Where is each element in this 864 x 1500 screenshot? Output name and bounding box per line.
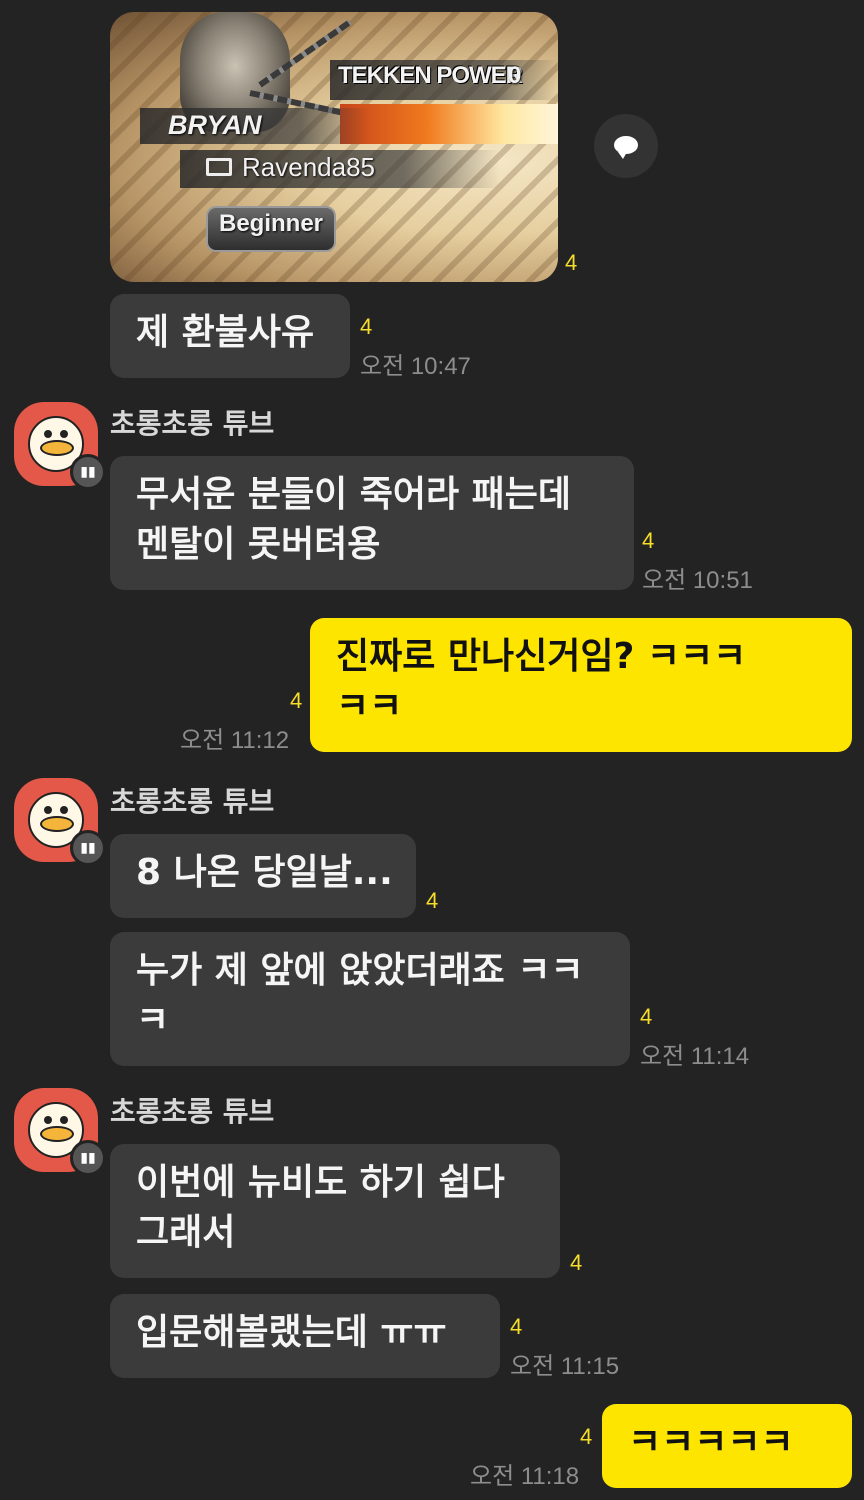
speech-bubble-icon [614,136,638,159]
unread-count: 4 [360,314,373,339]
rank-label: Beginner [218,210,323,237]
power-label: TEKKEN POWER [338,62,523,89]
unread-count: 4 [580,1424,593,1449]
unread-count: 4 [570,1250,583,1275]
unread-count: 4 [565,250,578,275]
message-time: 오전 11:15 [510,1353,620,1380]
message-time: 오전 11:14 [640,1043,750,1070]
unread-count: 4 [640,1004,653,1029]
avatar-eye [44,430,52,438]
avatar-beak [40,1126,74,1142]
avatar-eye [44,806,52,814]
avatar-eye [60,1116,68,1124]
message-text: 입문해볼랬는데 ㅠㅠ [136,1312,447,1353]
message-bubble[interactable]: 입문해볼랬는데 ㅠㅠ [110,1294,500,1378]
character-name: BRYAN [168,110,262,140]
message-bubble[interactable]: 무서운 분들이 죽어라 패는데 멘탈이 못버텨용 [110,456,634,590]
chat-badge-icon: ▮▮ [70,830,106,866]
avatar[interactable]: ▮▮ [14,402,106,490]
avatar-beak [40,816,74,832]
message-time: 오전 11:12 [180,727,290,754]
message-text: 제 환불사유 [136,312,315,353]
share-button[interactable] [594,114,658,178]
message-text: 그래서 [136,1212,236,1253]
unread-count: 4 [642,528,655,553]
pc-platform-icon [206,158,232,176]
avatar-eye [44,1116,52,1124]
avatar-eye [60,430,68,438]
avatar-eye [60,806,68,814]
message-time: 오전 10:47 [360,353,471,380]
message-text: 이번에 뉴비도 하기 쉽다 [136,1162,505,1203]
message-text: ㅋㅋㅋㅋㅋ [628,1422,794,1463]
power-value: 0 [508,62,522,89]
chat-badge-icon: ▮▮ [70,454,106,490]
message-text: ㅋ [136,1000,170,1041]
message-text: 무서운 분들이 죽어라 패는데 [136,474,572,515]
avatar-beak [40,440,74,456]
power-gauge [340,104,558,144]
message-bubble[interactable]: 제 환불사유 [110,294,350,378]
unread-count: 4 [510,1314,523,1339]
unread-count: 4 [290,688,303,713]
message-text: 진짜로 만나신거임? ㅋㅋㅋ [336,636,747,677]
message-text: 멘탈이 못버텨용 [136,524,381,565]
sender-name: 초롱초롱 튜브 [110,407,275,440]
message-text: ㅋㅋ [336,686,403,727]
message-text: 8 나온 당일날... [136,852,393,893]
message-time: 오전 11:18 [470,1463,580,1490]
message-bubble[interactable]: 8 나온 당일날... [110,834,416,918]
sender-name: 초롱초롱 튜브 [110,1095,275,1128]
my-message-bubble[interactable]: 진짜로 만나신거임? ㅋㅋㅋ ㅋㅋ [310,618,852,752]
message-bubble[interactable]: 이번에 뉴비도 하기 쉽다 그래서 [110,1144,560,1278]
avatar[interactable]: ▮▮ [14,1088,106,1176]
unread-count: 4 [426,888,439,913]
player-name: Ravenda85 [242,152,375,182]
game-screenshot-image[interactable]: TEKKEN POWER 0 BRYAN Ravenda85 Beginner [110,12,558,282]
chat-badge-icon: ▮▮ [70,1140,106,1176]
my-message-bubble[interactable]: ㅋㅋㅋㅋㅋ [602,1404,852,1488]
message-bubble[interactable]: 누가 제 앞에 앉았더래죠 ㅋㅋ ㅋ [110,932,630,1066]
message-time: 오전 10:51 [642,567,753,594]
avatar[interactable]: ▮▮ [14,778,106,866]
sender-name: 초롱초롱 튜브 [110,785,275,818]
message-text: 누가 제 앞에 앉았더래죠 ㅋㅋ [136,950,584,991]
